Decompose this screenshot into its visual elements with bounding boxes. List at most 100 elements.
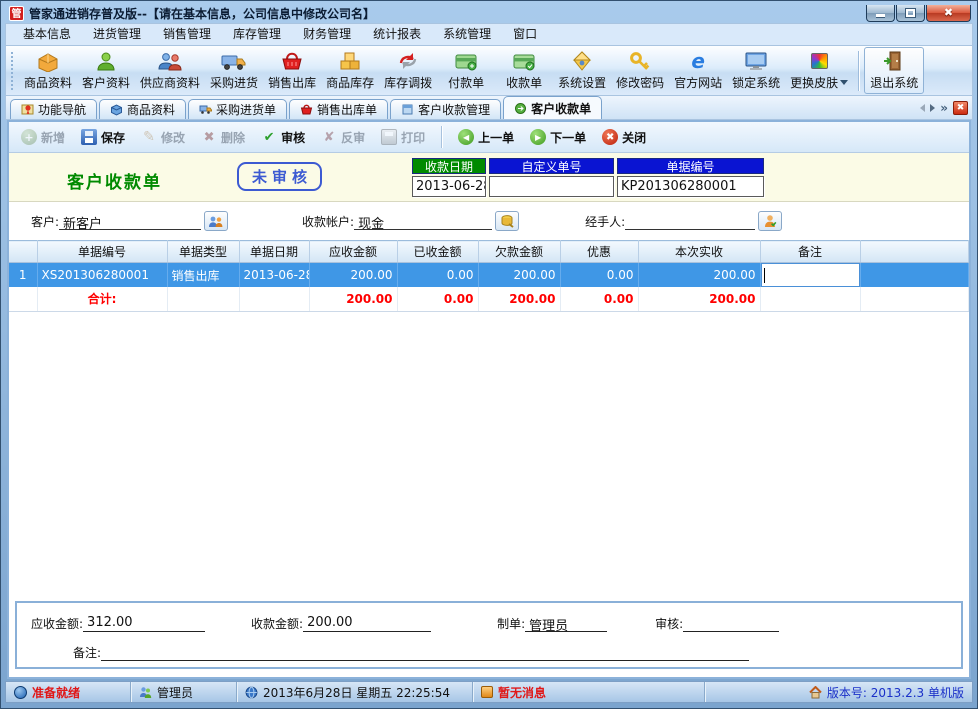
- menu-reports[interactable]: 统计报表: [362, 24, 432, 45]
- cell-row-number[interactable]: 1: [9, 263, 37, 288]
- handler-picker-button[interactable]: [758, 211, 782, 231]
- close-doc-icon: ✖: [602, 129, 618, 145]
- tab-scroll-left-icon[interactable]: [920, 104, 925, 112]
- maximize-button[interactable]: [896, 5, 925, 22]
- grid-row-selected[interactable]: 1 XS201306280001 销售出库 2013-06-28 200.00 …: [9, 263, 969, 288]
- cell-remark-editor[interactable]: [760, 263, 860, 288]
- main-toolbar: 商品资料 客户资料 供应商资料 采购进货 销售出库: [5, 46, 973, 96]
- remark-input[interactable]: [101, 644, 749, 661]
- tab-list-chevron-icon[interactable]: »: [940, 103, 948, 113]
- col-doc-number[interactable]: 单据编号: [37, 241, 167, 263]
- menu-finance[interactable]: 财务管理: [292, 24, 362, 45]
- tab-receipt-manage[interactable]: 客户收款管理: [390, 99, 501, 119]
- col-remark[interactable]: 备注: [760, 241, 860, 263]
- toolbar-button-label: 供应商资料: [140, 74, 200, 91]
- edit-icon: ✎: [141, 129, 157, 145]
- tab-scroll-right-icon[interactable]: [930, 104, 935, 112]
- toolbar-button-suppliers[interactable]: 供应商资料: [135, 48, 205, 93]
- menu-inventory[interactable]: 库存管理: [222, 24, 292, 45]
- toolbar-button-lock[interactable]: 锁定系统: [727, 48, 785, 93]
- next-doc-icon: ▶: [530, 129, 546, 145]
- audit-button[interactable]: ✔ 审核: [261, 129, 305, 146]
- add-button[interactable]: + 新增: [21, 129, 65, 146]
- tab-label: 采购进货单: [216, 101, 276, 118]
- receipt-date-input[interactable]: 2013-06-28: [412, 176, 486, 197]
- toolbar-button-settings[interactable]: 系统设置: [553, 48, 611, 93]
- tab-customer-receipt[interactable]: 客户收款单: [503, 96, 602, 119]
- col-receivable[interactable]: 应收金额: [309, 241, 397, 263]
- cell-receivable[interactable]: 200.00: [309, 263, 397, 288]
- col-received[interactable]: 已收金额: [397, 241, 478, 263]
- toolbar-button-label: 付款单: [448, 74, 484, 91]
- close-doc-button[interactable]: ✖ 关闭: [602, 129, 646, 146]
- cell-actual[interactable]: 200.00: [638, 263, 760, 288]
- cell-doc-date[interactable]: 2013-06-28: [239, 263, 309, 288]
- toolbar-button-receipt[interactable]: 收款单: [495, 48, 553, 93]
- menu-purchase[interactable]: 进货管理: [82, 24, 152, 45]
- status-ready-icon: [14, 686, 27, 699]
- handler-input[interactable]: [625, 213, 755, 230]
- cell-owed[interactable]: 200.00: [478, 263, 560, 288]
- toolbar-button-label: 锁定系统: [732, 74, 780, 91]
- account-input[interactable]: 现金: [354, 213, 492, 230]
- custom-number-input[interactable]: [489, 176, 614, 197]
- menu-system[interactable]: 系统管理: [432, 24, 502, 45]
- goods-box-icon: [35, 49, 61, 73]
- cell-discount[interactable]: 0.00: [560, 263, 638, 288]
- skin-palette-icon: [806, 49, 832, 73]
- col-owed[interactable]: 欠款金额: [478, 241, 560, 263]
- save-button[interactable]: 保存: [81, 129, 125, 146]
- window-controls: ✖: [865, 5, 971, 22]
- doc-number-input[interactable]: KP201306280001: [617, 176, 764, 197]
- lock-screen-icon: [743, 49, 769, 73]
- toolbar-button-customers[interactable]: 客户资料: [77, 48, 135, 93]
- menu-basic-info[interactable]: 基本信息: [12, 24, 82, 45]
- tab-scroll-controls: » ✖: [920, 101, 968, 119]
- user-icon: [139, 686, 152, 699]
- col-row-number[interactable]: [9, 241, 37, 263]
- cell-received[interactable]: 0.00: [397, 263, 478, 288]
- tab-close-button[interactable]: ✖: [953, 101, 968, 115]
- toolbar-button-transfer[interactable]: 库存调拨: [379, 48, 437, 93]
- edit-button[interactable]: ✎ 修改: [141, 129, 185, 146]
- col-doc-type[interactable]: 单据类型: [167, 241, 239, 263]
- minimize-button[interactable]: [866, 5, 895, 22]
- customer-picker-button[interactable]: [204, 211, 228, 231]
- toolbar-button-sales[interactable]: 销售出库: [263, 48, 321, 93]
- receipt-card-icon: [511, 49, 537, 73]
- col-discount[interactable]: 优惠: [560, 241, 638, 263]
- cell-doc-type[interactable]: 销售出库: [167, 263, 239, 288]
- remark-label: 备注:: [73, 644, 101, 661]
- prev-doc-button[interactable]: ◀ 上一单: [458, 129, 514, 146]
- toolbar-button-website[interactable]: e 官方网站: [669, 48, 727, 93]
- account-picker-button[interactable]: [495, 211, 519, 231]
- customer-input[interactable]: 新客户: [59, 213, 201, 230]
- tab-sales-order[interactable]: 销售出库单: [289, 99, 388, 119]
- col-actual[interactable]: 本次实收: [638, 241, 760, 263]
- toolbar-button-purchase[interactable]: 采购进货: [205, 48, 263, 93]
- total-receivable: 200.00: [309, 287, 397, 311]
- toolbar-button-stock[interactable]: 商品库存: [321, 48, 379, 93]
- toolbar-button-payment[interactable]: 付款单: [437, 48, 495, 93]
- menu-sales[interactable]: 销售管理: [152, 24, 222, 45]
- toolbar-button-goods[interactable]: 商品资料: [19, 48, 77, 93]
- menu-bar: 基本信息 进货管理 销售管理 库存管理 财务管理 统计报表 系统管理 窗口: [5, 23, 973, 46]
- menu-window[interactable]: 窗口: [502, 24, 548, 45]
- cell-doc-number[interactable]: XS201306280001: [37, 263, 167, 288]
- next-doc-button[interactable]: ▶ 下一单: [530, 129, 586, 146]
- cell-filler: [860, 263, 969, 288]
- toolbar-button-password[interactable]: 修改密码: [611, 48, 669, 93]
- unaudit-button[interactable]: ✘ 反审: [321, 129, 365, 146]
- tab-goods[interactable]: 商品资料: [99, 99, 186, 119]
- close-button[interactable]: ✖: [926, 5, 971, 22]
- toolbar-button-skin[interactable]: 更换皮肤: [785, 48, 853, 93]
- status-message: 暂无消息: [473, 682, 705, 702]
- tab-purchase-order[interactable]: 采购进货单: [188, 99, 287, 119]
- delete-button[interactable]: ✖ 删除: [201, 129, 245, 146]
- toolbar-button-exit[interactable]: 退出系统: [864, 47, 924, 94]
- tab-nav[interactable]: 功能导航: [10, 99, 97, 119]
- receipt-date-header: 收款日期: [412, 158, 486, 174]
- col-doc-date[interactable]: 单据日期: [239, 241, 309, 263]
- tab-label: 销售出库单: [317, 101, 377, 118]
- print-button[interactable]: 打印: [381, 129, 425, 146]
